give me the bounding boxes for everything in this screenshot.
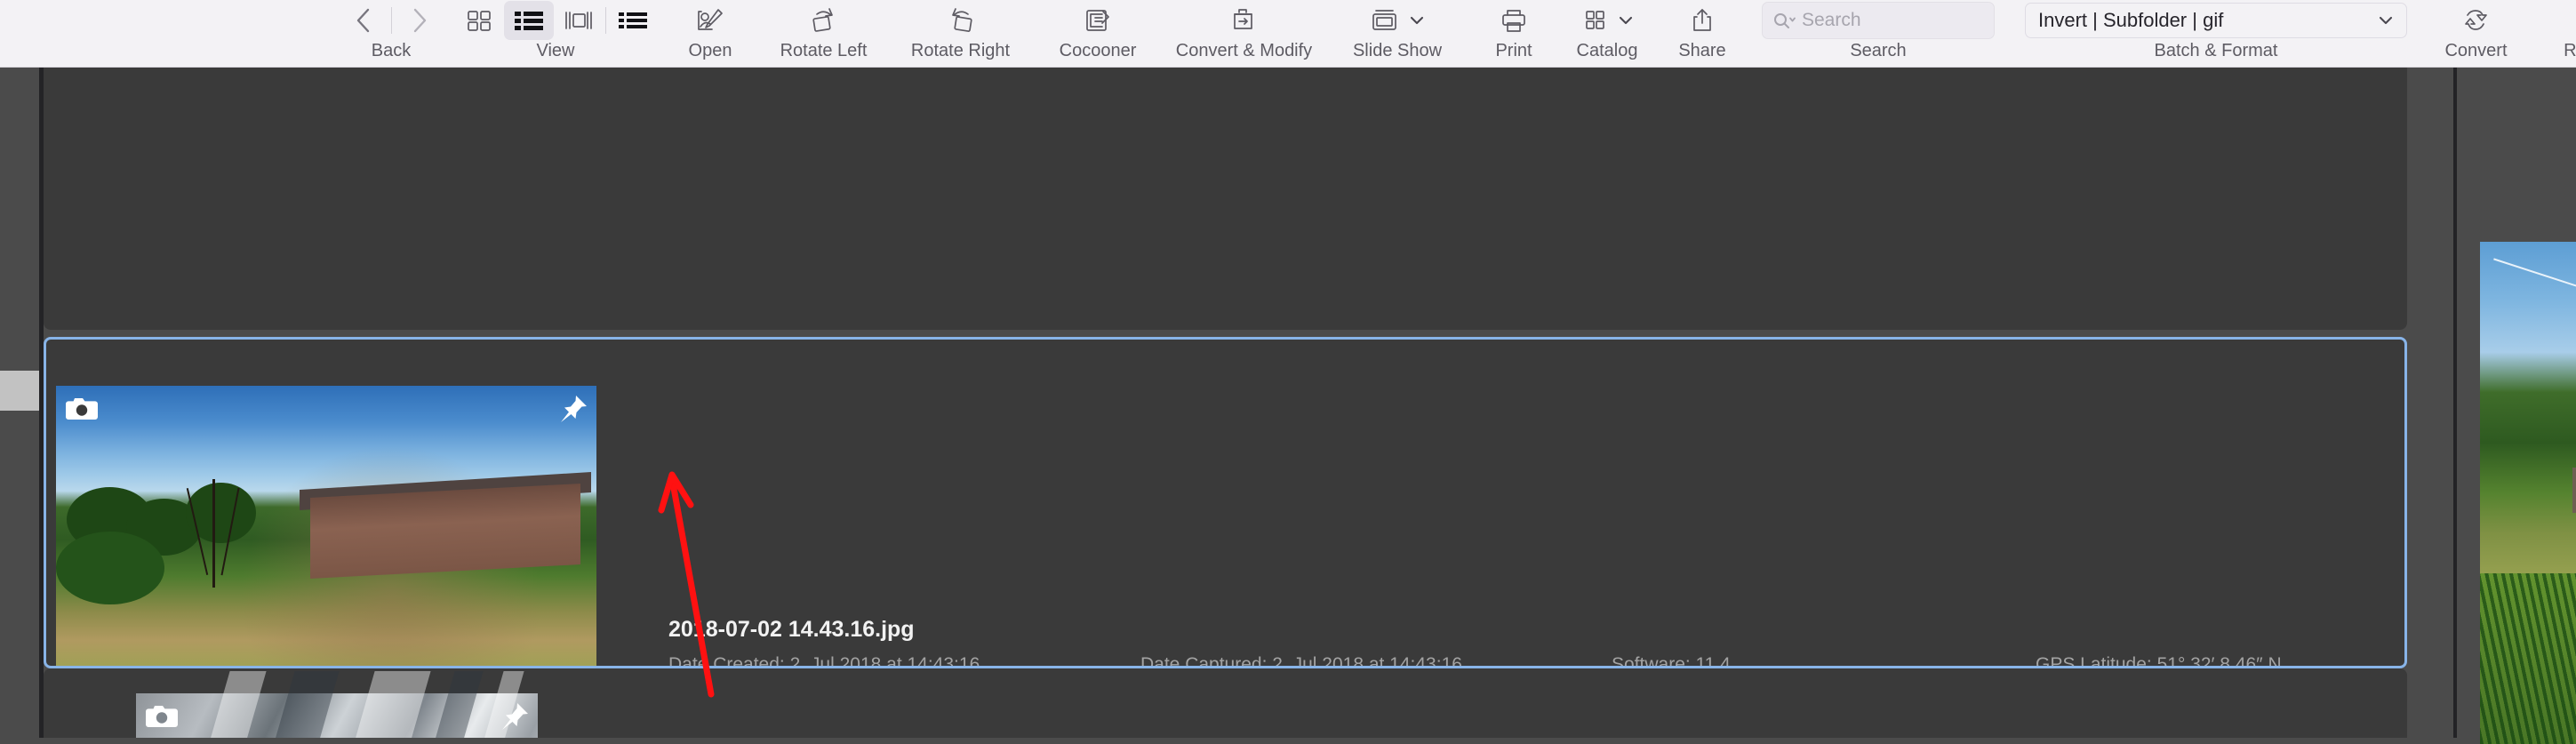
toolbar-left-spacer [0,0,336,67]
preview-pane-divider [2453,68,2457,738]
metadata-line: GPS Latitude: 51° 32′ 8.46″ N [2036,654,2282,668]
batch-format-dropdown[interactable]: Invert | Subfolder | gif [2025,3,2407,38]
share-icon[interactable] [1677,1,1727,40]
detail-view-icon[interactable] [608,1,658,40]
metadata-column-file: Date Created: 2. Jul 2018 at 14:43:16 Da… [668,652,984,668]
toolbar-group-slide-show[interactable]: Slide Show [1322,0,1473,67]
toolbar-group-search: Search Search [1745,0,2012,67]
toolbar-label-convert-modify: Convert & Modify [1175,41,1313,60]
toolbar-group-convert-modify[interactable]: Convert & Modify [1166,0,1322,67]
table-row[interactable] [44,68,2407,330]
toolbar-label-convert: Convert [2444,41,2508,60]
cocooner-icon[interactable] [1073,1,1123,40]
toolbar-group-print[interactable]: Print [1473,0,1555,67]
toolbar-group-view: View [446,0,665,67]
file-name-label: 2018-07-02 14.43.16.jpg [668,617,915,642]
camera-icon [144,701,180,730]
toolbar-divider [390,7,392,34]
metadata-column-gps: GPS Latitude: 51° 32′ 8.46″ N GPS Longit… [2036,652,2291,668]
metadata-column-capture: Date Captured: 2. Jul 2018 at 14:43:16 4… [1140,652,1557,668]
catalog-icon[interactable] [1577,1,1614,40]
toolbar-label-catalog: Catalog [1576,41,1638,60]
preview-pane [2453,68,2576,744]
table-row[interactable] [44,668,2407,738]
toolbar-label-rename: Rena [2564,41,2576,60]
search-input[interactable]: Search [1762,2,1995,39]
chevron-down-icon[interactable] [2376,13,2396,28]
metadata-line: Date Captured: 2. Jul 2018 at 14:43:16 [1140,654,1462,668]
toolbar-label-batch-format: Batch & Format [2154,41,2278,60]
print-icon[interactable] [1489,1,1539,40]
chevron-down-icon[interactable] [1614,1,1637,40]
toolbar-label-cocooner: Cocooner [1059,41,1137,60]
slide-show-icon[interactable] [1364,1,1404,40]
toolbar-divider [604,7,606,34]
toolbar-group-batch-format: Invert | Subfolder | gif Batch & Format [2012,0,2420,67]
thumbnail-image[interactable] [120,671,538,738]
chevron-right-icon[interactable] [394,1,444,40]
batch-format-value: Invert | Subfolder | gif [2038,9,2224,31]
filmstrip-view-icon[interactable] [554,1,604,40]
metadata-line: Software: 11.4 [1612,654,1731,668]
vertical-scrollbar[interactable] [0,68,39,738]
toolbar-group-rotate-right[interactable]: Rotate Right [892,0,1029,67]
preview-image[interactable] [2480,242,2576,744]
toolbar-group-catalog[interactable]: Catalog [1555,0,1660,67]
pin-icon [556,394,588,424]
toolbar-label-rotate-left: Rotate Left [780,41,868,60]
toolbar-label-view: View [536,41,575,60]
toolbar-group-back: Back [336,0,446,67]
list-view-icon[interactable] [503,1,554,40]
list-rows-container: 2018-07-02 14.43.16.jpg Date Created: 2.… [44,68,2453,738]
toolbar-label-open: Open [688,41,732,60]
image-browser-list: 2018-07-02 14.43.16.jpg Date Created: 2.… [0,68,2453,738]
toolbar-label-back: Back [371,41,412,60]
thumbnail-image[interactable] [56,386,596,666]
toolbar-group-rotate-left[interactable]: Rotate Left [756,0,892,67]
toolbar-label-search: Search [1850,41,1907,60]
table-row[interactable]: 2018-07-02 14.43.16.jpg Date Created: 2.… [44,337,2407,668]
metadata-line: Date Created: 2. Jul 2018 at 14:43:16 [668,654,980,668]
scrollbar-thumb[interactable] [0,371,39,411]
toolbar-label-slide-show: Slide Show [1352,41,1443,60]
toolbar-group-share[interactable]: Share [1660,0,1745,67]
toolbar-label-rotate-right: Rotate Right [910,41,1011,60]
chevron-left-icon[interactable] [340,1,389,40]
search-placeholder: Search [1802,10,1861,30]
convert-icon[interactable] [2452,1,2501,40]
search-icon [1772,11,1796,30]
toolbar-group-convert[interactable]: Convert [2420,0,2532,67]
convert-modify-icon[interactable] [1220,1,1269,40]
rotate-right-icon[interactable] [936,1,986,40]
camera-icon [64,394,100,422]
toolbar-group-cocooner[interactable]: Cocooner [1029,0,1166,67]
toolbar-label-print: Print [1495,41,1532,60]
grid-view-icon[interactable] [454,1,504,40]
toolbar-group-rename[interactable]: Rena [2532,0,2576,67]
metadata-column-software: Software: 11.4 Caption: Objektbeschreibu… [1612,652,1852,668]
rotate-left-icon[interactable] [799,1,849,40]
main-toolbar: Back View Open Rotate Left Rotate Right … [0,0,2576,68]
rename-icon[interactable] [2560,1,2576,40]
open-edit-icon[interactable] [685,1,735,40]
toolbar-label-share: Share [1678,41,1726,60]
toolbar-group-open[interactable]: Open [665,0,756,67]
chevron-down-icon[interactable] [1404,1,1430,40]
